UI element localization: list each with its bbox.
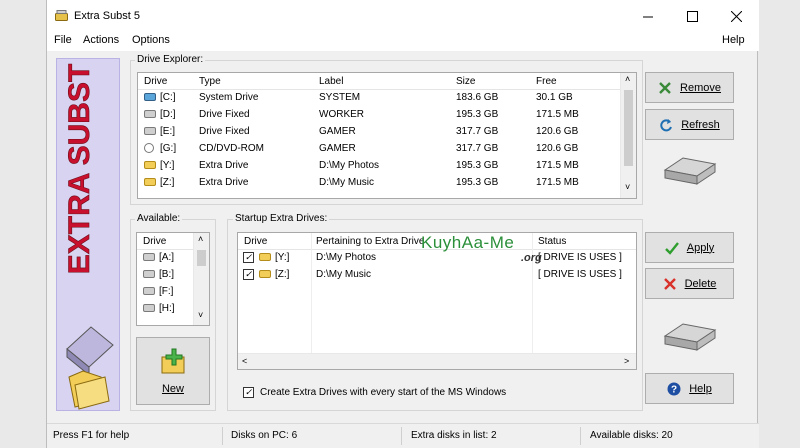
available-scrollbar[interactable]: ˄ ˅ bbox=[193, 233, 209, 325]
cd-drive-icon bbox=[144, 143, 154, 154]
table-row[interactable]: [C:] System Drive SYSTEM 183.6 GB 30.1 G… bbox=[138, 90, 636, 107]
menu-file[interactable]: File bbox=[54, 34, 72, 46]
remove-button[interactable]: Remove bbox=[645, 72, 734, 103]
side-banner: EXTRA SUBST bbox=[56, 58, 120, 411]
col-status[interactable]: Status bbox=[538, 236, 566, 247]
app-drive-icon bbox=[55, 10, 68, 21]
table-row[interactable]: ✓ [Z:] D:\My Music [ DRIVE IS USES ] bbox=[238, 267, 636, 284]
extra-drive-icon bbox=[259, 270, 271, 279]
column-divider bbox=[311, 233, 312, 353]
column-divider bbox=[532, 233, 533, 353]
startup-checkbox[interactable]: ✓ bbox=[243, 269, 254, 280]
remove-x-icon bbox=[659, 81, 671, 94]
scroll-thumb[interactable] bbox=[624, 90, 633, 166]
hard-drive-icon bbox=[143, 304, 155, 313]
available-label: Available: bbox=[135, 213, 183, 224]
delete-x-icon bbox=[663, 277, 676, 290]
status-available-disks: Available disks: 20 bbox=[590, 430, 673, 441]
banner-text: EXTRA SUBST bbox=[63, 64, 96, 275]
col-available-drive[interactable]: Drive bbox=[143, 236, 166, 247]
col-label[interactable]: Label bbox=[319, 76, 343, 87]
refresh-button[interactable]: Refresh bbox=[645, 109, 734, 140]
autostart-option[interactable]: ✓ Create Extra Drives with every start o… bbox=[243, 387, 506, 398]
new-button[interactable]: New bbox=[136, 337, 210, 405]
scroll-down-icon[interactable]: ˅ bbox=[625, 182, 630, 192]
banner-folder-icon bbox=[68, 370, 110, 410]
scroll-left-icon[interactable]: < bbox=[242, 356, 247, 366]
status-bar: Press F1 for help Disks on PC: 6 Extra d… bbox=[47, 423, 759, 448]
menu-actions[interactable]: Actions bbox=[83, 34, 119, 46]
status-extra-disks: Extra disks in list: 2 bbox=[411, 430, 497, 441]
extra-drive-icon bbox=[144, 178, 156, 187]
scroll-up-icon[interactable]: ˄ bbox=[198, 234, 203, 244]
apply-button[interactable]: Apply bbox=[645, 232, 734, 263]
table-row[interactable]: [G:] CD/DVD-ROM GAMER 317.7 GB 120.6 GB bbox=[138, 141, 636, 158]
menu-help[interactable]: Help bbox=[722, 34, 745, 46]
col-startup-drive[interactable]: Drive bbox=[244, 236, 267, 247]
help-button[interactable]: ? Help bbox=[645, 373, 734, 404]
hard-drive-icon bbox=[144, 110, 156, 119]
scroll-up-icon[interactable]: ˄ bbox=[625, 74, 630, 84]
col-pertaining[interactable]: Pertaining to Extra Drive bbox=[316, 236, 424, 247]
maximize-icon bbox=[686, 11, 698, 22]
hard-drive-icon bbox=[144, 127, 156, 136]
app-window: Extra Subst 5 File Actions Options Help … bbox=[46, 0, 759, 448]
minimize-button[interactable] bbox=[626, 0, 670, 33]
title-bar: Extra Subst 5 bbox=[47, 0, 759, 33]
startup-hscrollbar[interactable]: < > bbox=[238, 353, 636, 369]
hard-drive-icon bbox=[143, 253, 155, 262]
close-button[interactable] bbox=[714, 0, 758, 33]
svg-text:?: ? bbox=[671, 384, 677, 395]
menu-options[interactable]: Options bbox=[132, 34, 170, 46]
drive-explorer-list[interactable]: Drive Type Label Size Free [C:] System D… bbox=[137, 72, 637, 199]
delete-button[interactable]: Delete bbox=[645, 268, 734, 299]
hard-drive-large-icon bbox=[663, 323, 717, 351]
watermark-sub: .org bbox=[521, 252, 542, 264]
drive-explorer-label: Drive Explorer: bbox=[135, 54, 206, 65]
refresh-icon bbox=[660, 118, 673, 131]
new-drive-icon bbox=[161, 348, 185, 374]
table-row[interactable]: [Y:] Extra Drive D:\My Photos 195.3 GB 1… bbox=[138, 158, 636, 175]
hard-drive-icon bbox=[143, 270, 155, 279]
status-help: Press F1 for help bbox=[53, 430, 130, 441]
autostart-checkbox[interactable]: ✓ bbox=[243, 387, 254, 398]
startup-checkbox[interactable]: ✓ bbox=[243, 252, 254, 263]
available-list[interactable]: Drive [A:] [B:] [F:] [H:] ˄ ˅ bbox=[136, 232, 210, 326]
banner-drive-icon bbox=[66, 326, 114, 377]
hard-drive-icon bbox=[143, 287, 155, 296]
drive-explorer-header: Drive Type Label Size Free bbox=[138, 73, 636, 90]
startup-label: Startup Extra Drives: bbox=[233, 213, 330, 224]
scroll-thumb[interactable] bbox=[197, 250, 206, 266]
help-icon: ? bbox=[667, 382, 681, 395]
extra-drive-icon bbox=[259, 253, 271, 262]
col-size[interactable]: Size bbox=[456, 76, 475, 87]
table-row[interactable]: [Z:] Extra Drive D:\My Music 195.3 GB 17… bbox=[138, 175, 636, 192]
window-title: Extra Subst 5 bbox=[74, 10, 141, 22]
watermark-text: KuyhAa-Me bbox=[421, 233, 515, 252]
status-separator bbox=[401, 427, 402, 445]
table-row[interactable]: [E:] Drive Fixed GAMER 317.7 GB 120.6 GB bbox=[138, 124, 636, 141]
system-drive-icon bbox=[144, 93, 156, 102]
scroll-down-icon[interactable]: ˅ bbox=[198, 310, 203, 320]
maximize-button[interactable] bbox=[670, 0, 714, 33]
explorer-scrollbar[interactable]: ˄ ˅ bbox=[620, 73, 636, 198]
col-drive[interactable]: Drive bbox=[144, 76, 167, 87]
close-icon bbox=[730, 11, 742, 22]
status-separator bbox=[222, 427, 223, 445]
col-free[interactable]: Free bbox=[536, 76, 557, 87]
scroll-right-icon[interactable]: > bbox=[624, 356, 629, 366]
checkmark-icon bbox=[664, 241, 679, 255]
hard-drive-large-icon bbox=[663, 157, 717, 185]
table-row[interactable]: [D:] Drive Fixed WORKER 195.3 GB 171.5 M… bbox=[138, 107, 636, 124]
col-type[interactable]: Type bbox=[199, 76, 221, 87]
side-banner-art: EXTRA SUBST bbox=[63, 63, 114, 410]
menu-bar: File Actions Options Help bbox=[47, 33, 759, 51]
autostart-label: Create Extra Drives with every start of … bbox=[260, 387, 507, 398]
extra-drive-icon bbox=[144, 161, 156, 170]
status-disks-on-pc: Disks on PC: 6 bbox=[231, 430, 298, 441]
minimize-icon bbox=[642, 16, 653, 18]
status-separator bbox=[580, 427, 581, 445]
